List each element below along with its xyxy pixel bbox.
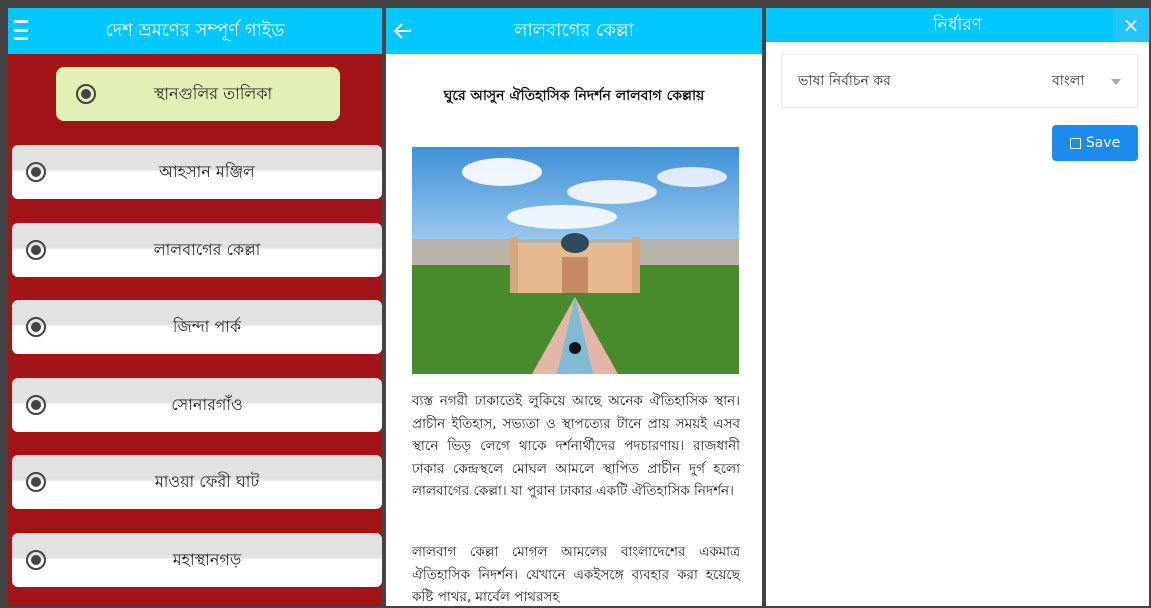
- settings-header: নির্ধারণ ×: [766, 8, 1149, 42]
- close-icon: ×: [1122, 13, 1140, 37]
- place-item-label: মহাস্থানগড়: [172, 549, 242, 569]
- article-heading: ঘুরে আসুন ঐতিহাসিক নিদর্শন লালবাগ কেল্লা…: [443, 88, 705, 104]
- chevron-down-icon[interactable]: [1111, 79, 1121, 85]
- guide-app-bar: দেশ ভ্রমণের সম্পূর্ণ গাইড: [8, 8, 382, 54]
- place-item-label: আহসান মঞ্জিল: [159, 161, 255, 181]
- language-label: ভাষা নির্বাচন কর: [798, 73, 891, 89]
- article-paragraph-2: লালবাগ কেল্লা মোগল আমলের বাংলাদেশের একমা…: [412, 544, 740, 605]
- radio-icon[interactable]: [26, 240, 46, 260]
- guide-screen: দেশ ভ্রমণের সম্পূর্ণ গাইড স্থানগুলির তাল…: [8, 8, 382, 606]
- radio-icon[interactable]: [76, 84, 96, 104]
- radio-icon[interactable]: [26, 317, 46, 337]
- place-item-label: জিন্দা পার্ক: [172, 316, 242, 336]
- place-item-mawa-ferry-ghat[interactable]: মাওয়া ফেরী ঘাট: [12, 455, 382, 509]
- article-paragraph-1: ব্যস্ত নগরী ঢাকাতেই লুকিয়ে আছে অনেক ঐতি…: [412, 393, 740, 499]
- article-screen: লালবাগের কেল্লা ঘুরে আসুন ঐতিহাসিক নিদর্…: [386, 8, 762, 606]
- guide-title: দেশ ভ্রমণের সম্পূর্ণ গাইড: [105, 19, 285, 41]
- close-button[interactable]: ×: [1113, 8, 1149, 42]
- edit-icon: [1069, 137, 1081, 149]
- place-item-ahsan-manzil[interactable]: আহসান মঞ্জিল: [12, 145, 382, 199]
- save-button-label: Save: [1085, 135, 1121, 151]
- place-item-label: সোনারগাঁও: [171, 394, 243, 414]
- radio-icon[interactable]: [26, 550, 46, 570]
- radio-icon[interactable]: [26, 395, 46, 415]
- save-button[interactable]: Save: [1052, 125, 1138, 161]
- language-select-value[interactable]: বাংলা: [1052, 69, 1084, 93]
- places-list-header[interactable]: স্থানগুলির তালিকা: [56, 67, 340, 121]
- article-title: লালবাগের কেল্লা: [514, 19, 634, 41]
- language-select-row[interactable]: ভাষা নির্বাচন কর বাংলা: [781, 54, 1138, 108]
- settings-title: নির্ধারণ: [932, 15, 983, 35]
- place-item-sonargaon[interactable]: সোনারগাঁও: [12, 378, 382, 432]
- radio-icon[interactable]: [26, 472, 46, 492]
- place-item-mahasthangarh[interactable]: মহাস্থানগড়: [12, 533, 382, 587]
- menu-icon[interactable]: [14, 20, 28, 40]
- place-item-zinda-park[interactable]: জিন্দা পার্ক: [12, 300, 382, 354]
- article-app-bar: লালবাগের কেল্লা: [386, 8, 762, 54]
- places-list-header-label: স্থানগুলির তালিকা: [153, 83, 273, 103]
- radio-icon[interactable]: [26, 162, 46, 182]
- back-arrow-icon[interactable]: [392, 18, 414, 44]
- settings-screen: নির্ধারণ × ভাষা নির্বাচন কর বাংলা Save: [766, 8, 1149, 606]
- place-item-label: লালবাগের কেল্লা: [153, 239, 261, 259]
- place-item-label: মাওয়া ফেরী ঘাট: [154, 471, 260, 491]
- place-item-lalbagh-fort[interactable]: লালবাগের কেল্লা: [12, 223, 382, 277]
- fort-photo: [412, 147, 739, 374]
